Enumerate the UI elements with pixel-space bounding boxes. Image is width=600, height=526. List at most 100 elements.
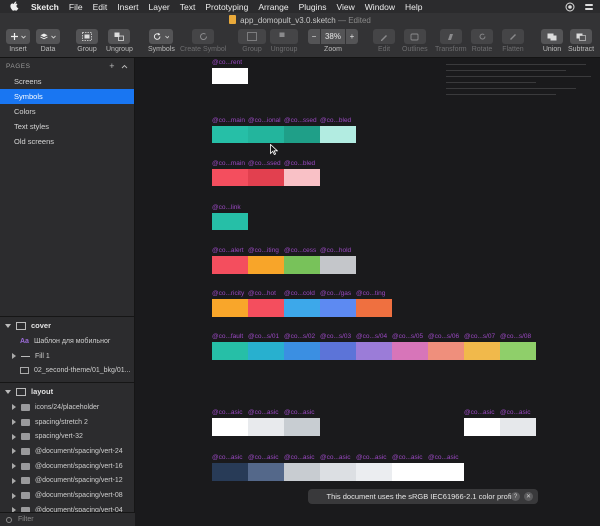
outlines-tool[interactable]: Outlines: [402, 29, 428, 53]
color-symbol-swatch[interactable]: [248, 126, 284, 143]
outlines-button[interactable]: [403, 29, 426, 44]
color-symbol-swatch[interactable]: [248, 169, 284, 186]
subtract-button[interactable]: [570, 29, 593, 44]
color-symbol-swatch[interactable]: [248, 342, 284, 360]
artboard-cover[interactable]: cover: [0, 317, 134, 334]
color-symbol-swatch[interactable]: [464, 342, 500, 360]
menu-plugins[interactable]: Plugins: [299, 2, 327, 12]
insert-button[interactable]: [6, 29, 30, 44]
ungroup-tool[interactable]: Ungroup: [106, 29, 133, 53]
layer-folder[interactable]: spacing/stretch 2: [0, 415, 134, 430]
color-symbol-swatch[interactable]: [284, 169, 320, 186]
rotate-tool[interactable]: Rotate: [471, 29, 493, 53]
color-symbol-swatch[interactable]: [248, 256, 284, 274]
insert-tool[interactable]: Insert: [6, 29, 30, 53]
color-symbol-swatch[interactable]: [284, 418, 320, 436]
layer-folder[interactable]: @document/spacing/vert-24: [0, 444, 134, 459]
color-symbol-swatch[interactable]: [212, 299, 248, 317]
symbols-tool[interactable]: Symbols: [148, 29, 175, 53]
color-symbol-swatch[interactable]: [212, 256, 248, 274]
layer-text[interactable]: Aa Шаблон для мобильног: [0, 334, 134, 349]
create-symbol-tool[interactable]: Create Symbol: [180, 29, 226, 53]
group2-tool[interactable]: Group: [238, 29, 266, 53]
group-button[interactable]: [76, 29, 98, 44]
add-page-icon[interactable]: +: [109, 61, 115, 71]
disclosure-closed-icon[interactable]: [12, 404, 16, 411]
disclosure-closed-icon[interactable]: [12, 463, 16, 470]
disclosure-closed-icon[interactable]: [12, 448, 16, 455]
help-icon[interactable]: ?: [511, 492, 520, 501]
ungroup-button[interactable]: [108, 29, 131, 44]
color-symbol-swatch[interactable]: [212, 213, 248, 230]
layer-fill[interactable]: Fill 1: [0, 349, 134, 364]
zoom-value[interactable]: 38%: [321, 29, 345, 44]
ungroup2-button[interactable]: [270, 29, 298, 44]
page-colors[interactable]: Colors: [0, 104, 134, 119]
layer-folder[interactable]: spacing/vert-32: [0, 429, 134, 444]
status-circle-icon[interactable]: [564, 1, 575, 12]
color-symbol-swatch[interactable]: [320, 126, 356, 143]
color-symbol-swatch[interactable]: [320, 256, 356, 274]
color-symbol-swatch[interactable]: [356, 342, 392, 360]
disclosure-open-icon[interactable]: [5, 323, 11, 328]
rotate-button[interactable]: [471, 29, 493, 44]
color-symbol-swatch[interactable]: [392, 342, 428, 360]
menu-view[interactable]: View: [337, 2, 355, 12]
page-text-styles[interactable]: Text styles: [0, 119, 134, 134]
menu-arrange[interactable]: Arrange: [258, 2, 288, 12]
disclosure-closed-icon[interactable]: [12, 419, 16, 426]
color-symbol-swatch[interactable]: [248, 299, 284, 317]
color-symbol-swatch[interactable]: [248, 418, 284, 436]
color-symbol-swatch[interactable]: [212, 342, 248, 360]
layer-folder[interactable]: @document/spacing/vert-12: [0, 474, 134, 489]
color-symbol-swatch[interactable]: [500, 342, 536, 360]
union-tool[interactable]: Union: [541, 29, 563, 53]
color-symbol-swatch[interactable]: [212, 463, 248, 481]
close-toast-button[interactable]: ✕: [524, 492, 533, 501]
flatten-button[interactable]: [502, 29, 524, 44]
edit-tool[interactable]: Edit: [373, 29, 395, 53]
create-symbol-button[interactable]: [192, 29, 215, 44]
layer-folder[interactable]: @document/spacing/vert-16: [0, 459, 134, 474]
disclosure-closed-icon[interactable]: [12, 353, 16, 360]
symbols-button[interactable]: [149, 29, 174, 44]
layer-folder[interactable]: icons/24/placeholder: [0, 400, 134, 415]
color-symbol-swatch[interactable]: [428, 463, 464, 481]
color-symbol-swatch[interactable]: [284, 342, 320, 360]
disclosure-closed-icon[interactable]: [12, 492, 16, 499]
disclosure-closed-icon[interactable]: [12, 477, 16, 484]
subtract-tool[interactable]: Subtract: [568, 29, 594, 53]
color-symbol-swatch[interactable]: [284, 256, 320, 274]
color-symbol-swatch[interactable]: [320, 299, 356, 317]
color-symbol-swatch[interactable]: [320, 342, 356, 360]
color-symbol-swatch[interactable]: [212, 68, 248, 84]
zoom-out-button[interactable]: −: [308, 29, 320, 44]
color-symbol-swatch[interactable]: [356, 463, 392, 481]
transform-button[interactable]: [439, 29, 462, 44]
data-button[interactable]: [36, 29, 60, 44]
menu-sketch[interactable]: Sketch: [31, 2, 59, 12]
edit-button[interactable]: [373, 29, 395, 44]
menu-prototyping[interactable]: Prototyping: [205, 2, 248, 12]
color-symbol-swatch[interactable]: [356, 299, 392, 317]
layer-filter[interactable]: Filter: [0, 512, 135, 526]
transform-tool[interactable]: Transform: [435, 29, 467, 53]
color-symbol-swatch[interactable]: [212, 126, 248, 143]
menu-help[interactable]: Help: [405, 2, 422, 12]
color-symbol-swatch[interactable]: [392, 463, 428, 481]
union-button[interactable]: [541, 29, 563, 44]
collapse-pages-icon[interactable]: [121, 61, 128, 71]
layer-image[interactable]: 02_second-theme/01_bkg/01...: [0, 363, 134, 378]
data-tool[interactable]: Data: [36, 29, 60, 53]
menu-window[interactable]: Window: [365, 2, 395, 12]
color-symbol-swatch[interactable]: [284, 299, 320, 317]
ungroup2-tool[interactable]: Ungroup: [270, 29, 298, 53]
page-symbols[interactable]: Symbols: [0, 89, 134, 104]
color-symbol-swatch[interactable]: [248, 463, 284, 481]
apple-menu-icon[interactable]: [10, 1, 19, 13]
menu-layer[interactable]: Layer: [149, 2, 170, 12]
control-center-icon[interactable]: [583, 1, 594, 12]
color-symbol-swatch[interactable]: [320, 463, 356, 481]
color-symbol-swatch[interactable]: [212, 418, 248, 436]
group-tool[interactable]: Group: [76, 29, 98, 53]
